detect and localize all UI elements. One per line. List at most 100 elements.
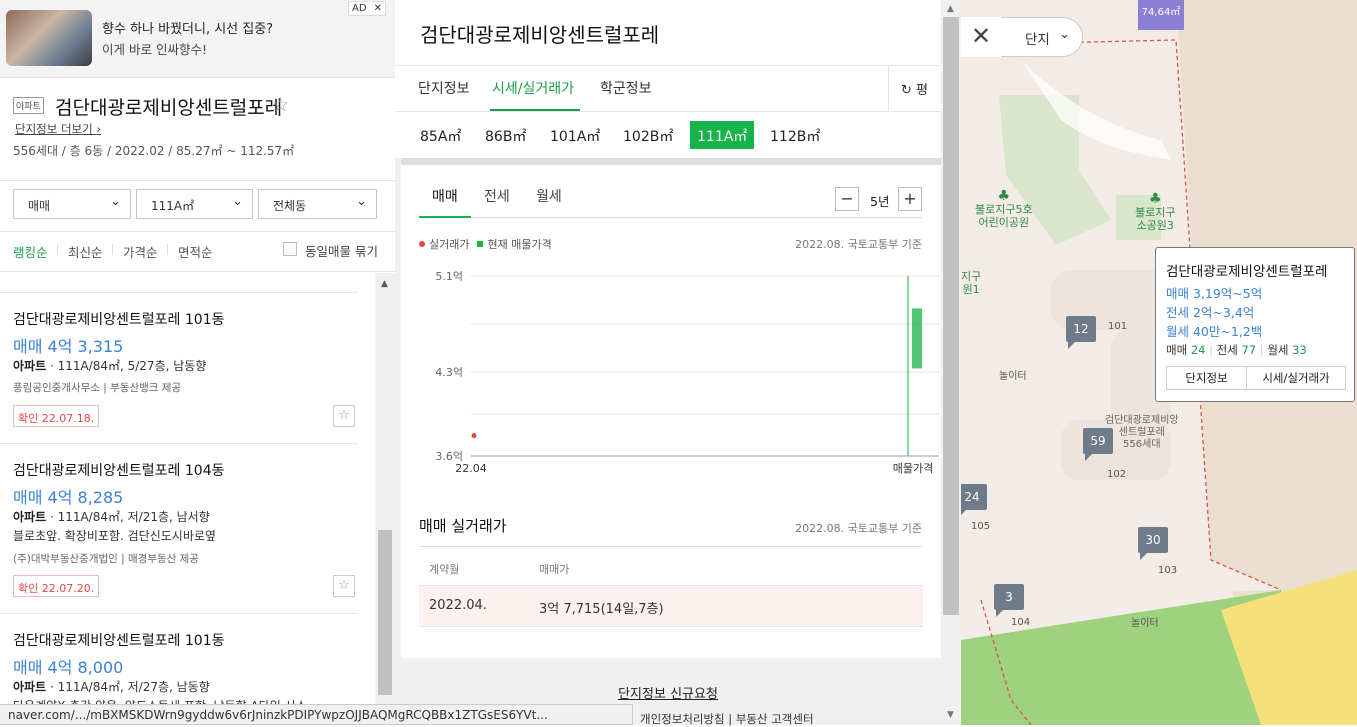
park-label: 지구 원1 bbox=[961, 270, 982, 296]
ad-image[interactable] bbox=[6, 10, 92, 66]
scrollbar[interactable]: ▲ bbox=[375, 273, 395, 725]
dong-select[interactable]: 전체동 ⌄ bbox=[258, 189, 377, 219]
trade-type-select[interactable]: 매매 ⌄ bbox=[13, 189, 131, 219]
tab-school[interactable]: 학군정보 bbox=[600, 78, 652, 98]
park-label: ♣ 불로지구5호 어린이공원 bbox=[975, 188, 1033, 229]
sort-bar: 랭킹순 최신순 가격순 면적순 동일매물 묶기 bbox=[0, 232, 395, 272]
listing-spec: 아파트 · 111A/84㎡, 5/27층, 남동향 bbox=[13, 359, 207, 373]
sort-price[interactable]: 가격순 bbox=[123, 242, 158, 261]
panel-tabs: 단지정보 시세/실거래가 학군정보 ↻ 평 bbox=[395, 66, 941, 112]
favorite-star-icon[interactable]: ☆ bbox=[333, 405, 355, 427]
area-112b[interactable]: 112B㎡ bbox=[764, 121, 826, 149]
listing-spec: 아파트 · 111A/84㎡, 저/27층, 남동향 bbox=[13, 680, 210, 694]
price-card: 매매 전세 월세 − 5년 + 실거래가 현재 매물가격 2022.08. 국토교… bbox=[401, 165, 941, 658]
area-85a[interactable]: 85A㎡ bbox=[414, 121, 467, 149]
divider bbox=[401, 158, 941, 165]
facility-label: 놀이터 bbox=[1131, 618, 1159, 629]
apartment-badge: 아파트 bbox=[13, 97, 44, 114]
current-price-range-bar bbox=[912, 308, 922, 369]
table-row[interactable]: 2022.04. 3억 7,715(14일,7층) bbox=[419, 586, 923, 627]
scrollbar-thumb[interactable] bbox=[943, 17, 959, 615]
scroll-up-icon[interactable]: ▲ bbox=[947, 4, 954, 14]
ad-banner[interactable]: 향수 하나 바꿨더니, 시선 집중? 이게 바로 인싸향수! AD ✕ bbox=[0, 0, 395, 78]
listing-name: 검단대광로제비앙센트럴포레 101동 bbox=[13, 312, 225, 328]
section-title: 매매 실거래가 bbox=[419, 517, 507, 535]
complex-popup[interactable]: 검단대광로제비앙센트럴포레 매매 3,19억~5억 전세 2억~3,4억 월세 … bbox=[1155, 247, 1355, 402]
complex-more-link[interactable]: 단지정보 더보기 › bbox=[15, 121, 101, 137]
area-select[interactable]: 111A㎡ ⌄ bbox=[136, 189, 253, 219]
chart-source: 2022.08. 국토교통부 기준 bbox=[795, 238, 922, 251]
price-chart: 5.1억4.3억3.6억22.04 매물가격 bbox=[435, 270, 939, 475]
ad-close-icon[interactable]: ✕ bbox=[374, 2, 382, 15]
panel-header: 검단대광로제비앙센트럴포레 bbox=[395, 0, 941, 66]
y-tick-label: 5.1억 bbox=[435, 270, 463, 283]
listing-count-marker[interactable]: 12 bbox=[1066, 316, 1096, 349]
listing-count-marker[interactable]: 24 bbox=[961, 484, 987, 517]
favorite-star-icon[interactable]: ☆ bbox=[333, 575, 355, 597]
period-minus-button[interactable]: − bbox=[835, 187, 859, 211]
divider bbox=[57, 244, 58, 255]
area-101a[interactable]: 101A㎡ bbox=[544, 121, 606, 149]
tab-price[interactable]: 시세/실거래가 bbox=[492, 78, 574, 98]
popup-monthly: 월세 40만~1,2백 bbox=[1166, 324, 1263, 339]
listing-price: 매매 4억 3,315 bbox=[13, 337, 124, 356]
chevron-down-icon: ⌄ bbox=[110, 194, 121, 209]
list-item[interactable]: 검단대광로제비앙센트럴포레 101동 매매 4억 3,315 아파트 · 111… bbox=[0, 292, 358, 444]
scroll-up-icon[interactable]: ▲ bbox=[381, 279, 388, 289]
listing-panel: 향수 하나 바꿨더니, 시선 집중? 이게 바로 인싸향수! AD ✕ 아파트 검… bbox=[0, 0, 395, 725]
listing-name: 검단대광로제비앙센트럴포레 104동 bbox=[13, 463, 225, 479]
listing-agency: (주)대박부동산중개법인 | 매경부동산 제공 bbox=[13, 553, 199, 565]
ad-headline[interactable]: 향수 하나 바꿨더니, 시선 집중? bbox=[102, 18, 273, 37]
table-source: 2022.08. 국토교통부 기준 bbox=[795, 522, 922, 535]
col-price: 매매가 bbox=[539, 563, 570, 576]
map[interactable]: 74,64㎡ ✕ 단지 ⌄ ♣ 불로지구5호 어린이공원 ♣ 불로지구 소공원3 지구… bbox=[961, 0, 1357, 725]
pyeong-toggle[interactable]: ↻ 평 bbox=[888, 66, 941, 112]
listing-count-marker[interactable]: 3 bbox=[994, 584, 1024, 617]
period-plus-button[interactable]: + bbox=[898, 187, 922, 211]
confirm-badge: 확인 22.07.20. bbox=[13, 575, 100, 597]
tab-monthly[interactable]: 월세 bbox=[536, 186, 562, 206]
sort-ranking[interactable]: 랭킹순 bbox=[13, 242, 48, 261]
favorite-star-icon[interactable]: ☆ bbox=[272, 94, 289, 116]
active-tab-indicator bbox=[419, 216, 471, 218]
popup-info-button[interactable]: 단지정보 bbox=[1166, 366, 1247, 390]
building-label: 102 bbox=[1107, 469, 1127, 480]
facility-label: 놀이터 bbox=[999, 371, 1027, 382]
new-request-link[interactable]: 단지정보 신규요청 bbox=[395, 683, 941, 702]
scrollbar-thumb[interactable] bbox=[378, 530, 392, 695]
ad-subtext[interactable]: 이게 바로 인싸향수! bbox=[102, 39, 207, 58]
area-102b[interactable]: 102B㎡ bbox=[617, 121, 679, 149]
scrollbar[interactable]: ▲ ▼ bbox=[941, 0, 961, 725]
filter-bar: 매매 ⌄ 111A㎡ ⌄ 전체동 ⌄ bbox=[0, 180, 395, 232]
area-86b[interactable]: 86B㎡ bbox=[479, 121, 532, 149]
list-item[interactable]: 검단대광로제비앙센트럴포레 104동 매매 4억 8,285 아파트 · 111… bbox=[0, 443, 358, 613]
scroll-down-icon[interactable]: ▼ bbox=[947, 710, 954, 720]
same-listing-checkbox[interactable] bbox=[283, 242, 297, 256]
listing-list: 검단대광로제비앙센트럴포레 101동 매매 4억 3,315 아파트 · 111… bbox=[0, 273, 375, 725]
divider bbox=[167, 244, 168, 255]
y-tick-label: 4.3억 bbox=[435, 366, 463, 379]
building-label: 105 bbox=[971, 521, 991, 532]
area-tabs: 85A㎡ 86B㎡ 101A㎡ 102B㎡ 111A㎡ 112B㎡ bbox=[395, 112, 941, 158]
popup-price-button[interactable]: 시세/실거래가 bbox=[1246, 366, 1346, 390]
complex-filter-button[interactable]: 단지 ⌄ bbox=[1001, 17, 1083, 57]
divider bbox=[419, 217, 923, 218]
complex-label[interactable]: 검단대광로제비앙 센트럴포레 556세대 bbox=[1105, 415, 1179, 451]
table-header: 계약월 매매가 bbox=[419, 546, 923, 586]
map-price-tag[interactable]: 74,64㎡ bbox=[1138, 0, 1184, 30]
active-tab-indicator bbox=[490, 109, 580, 111]
sort-latest[interactable]: 최신순 bbox=[68, 242, 103, 261]
popup-jeonse: 전세 2억~3,4억 bbox=[1166, 305, 1255, 320]
cell-month: 2022.04. bbox=[429, 598, 487, 613]
area-111a[interactable]: 111A㎡ bbox=[690, 121, 755, 149]
tab-complex-info[interactable]: 단지정보 bbox=[418, 78, 470, 98]
tab-jeonse[interactable]: 전세 bbox=[484, 186, 510, 206]
close-icon[interactable]: ✕ bbox=[961, 17, 1001, 57]
listing-count-marker[interactable]: 30 bbox=[1138, 527, 1168, 560]
tab-sale[interactable]: 매매 bbox=[432, 186, 458, 206]
popup-sale: 매매 3,19억~5억 bbox=[1166, 286, 1263, 301]
status-bar-url: naver.com/.../mBXMSKDWrn9gyddw6v6rJninzk… bbox=[0, 704, 633, 725]
chevron-down-icon: ⌄ bbox=[1059, 27, 1070, 42]
legend-dot-current bbox=[477, 241, 484, 247]
sort-area[interactable]: 면적순 bbox=[178, 242, 213, 261]
